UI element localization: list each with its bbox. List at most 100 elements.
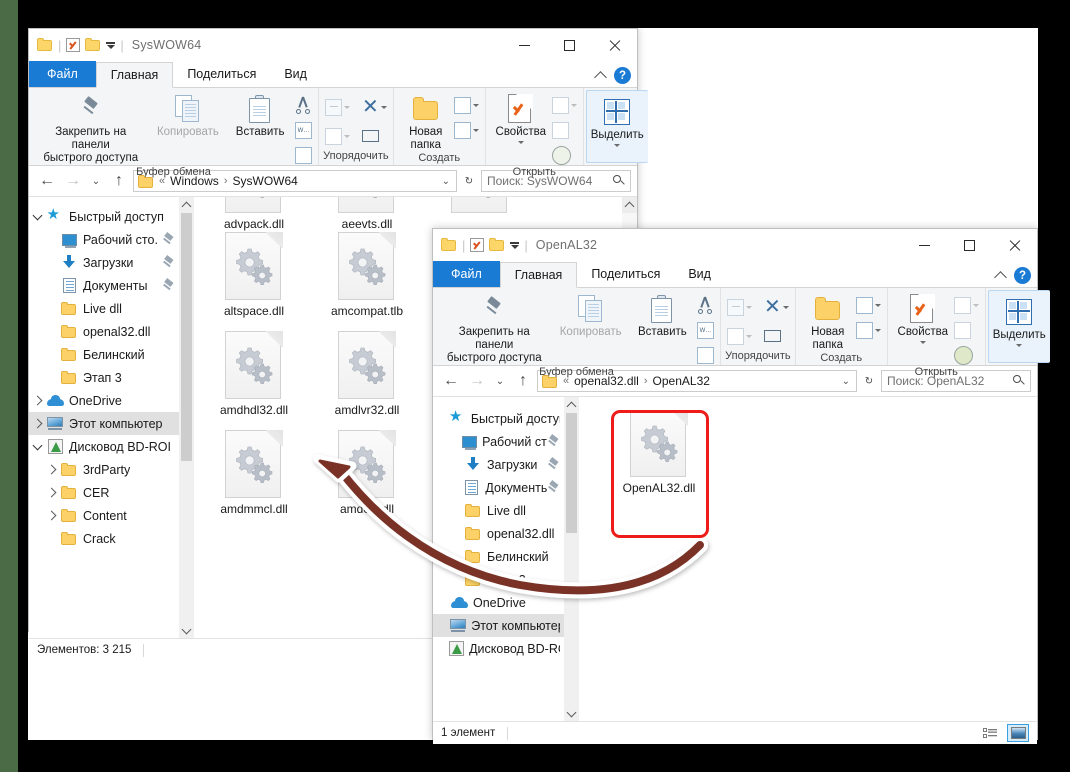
cut-icon[interactable] <box>295 94 312 116</box>
nav-item-9[interactable]: Этот компьютер <box>433 614 564 637</box>
window2-nav-list[interactable]: Быстрый доступ Рабочий сто. Загрузки Докуме… <box>433 397 564 660</box>
pin-to-quick-access-button[interactable]: Закрепить на панели быстрого доступа <box>439 292 550 365</box>
expander-icon[interactable] <box>29 210 45 222</box>
expander-icon[interactable] <box>43 510 59 521</box>
clipboard-small-commands[interactable]: W… <box>295 92 312 166</box>
window1-titlebar[interactable]: | | SysWOW64 <box>29 29 637 61</box>
properties-button[interactable]: Свойства <box>894 292 953 344</box>
nav-item-7[interactable]: Этап 3 <box>29 366 179 389</box>
expander-icon[interactable] <box>29 418 45 429</box>
checkbox-icon[interactable] <box>66 38 81 52</box>
details-view-icon[interactable] <box>979 724 1001 742</box>
pin-icon[interactable] <box>162 256 175 269</box>
file-item[interactable]: amdmmcl.dll <box>206 430 302 516</box>
tab-share[interactable]: Поделиться <box>173 61 270 87</box>
window1-ribbon-tabs[interactable]: Файл Главная Поделиться Вид ? <box>29 61 637 88</box>
scroll-down-icon[interactable] <box>179 622 194 638</box>
nav-item-7[interactable]: Этап 3 <box>433 568 564 591</box>
refresh-icon[interactable]: ↻ <box>859 369 879 393</box>
close-icon[interactable] <box>592 29 637 61</box>
close-icon[interactable] <box>992 229 1037 261</box>
scroll-up-icon[interactable] <box>564 397 579 413</box>
rename-icon[interactable] <box>764 325 789 347</box>
create-small-commands[interactable] <box>453 92 479 141</box>
easy-access-icon[interactable] <box>453 119 479 141</box>
customize-caret-icon[interactable] <box>510 241 520 249</box>
edit-icon[interactable] <box>954 319 979 341</box>
window1-quick-access-toolbar[interactable]: | | <box>37 38 124 52</box>
tab-file[interactable]: Файл <box>433 261 500 287</box>
file-item[interactable]: amcompat.tlb <box>319 232 415 318</box>
select-button[interactable]: Выделить <box>989 295 1050 347</box>
file-item[interactable]: advpack.dll <box>206 197 302 231</box>
window2-nav-scrollbar[interactable] <box>564 397 579 721</box>
file-item[interactable]: aeevts.dll <box>319 197 415 231</box>
new-item-icon[interactable] <box>855 294 881 316</box>
maximize-icon[interactable] <box>947 229 992 261</box>
tab-home[interactable]: Главная <box>499 262 578 288</box>
folder-icon[interactable] <box>85 38 101 52</box>
nav-item-2[interactable]: Загрузки <box>29 251 179 274</box>
chevron-up-icon[interactable] <box>594 71 607 84</box>
file-item[interactable]: altspace.dll <box>206 232 302 318</box>
minimize-icon[interactable] <box>902 229 947 261</box>
nav-item-5[interactable]: openal32.dll <box>29 320 179 343</box>
tab-view[interactable]: Вид <box>270 61 321 87</box>
copy-button[interactable]: Копировать <box>148 92 227 139</box>
expander-icon[interactable] <box>29 395 45 406</box>
window2-ribbon-tabs[interactable]: Файл Главная Поделиться Вид ? <box>433 261 1037 288</box>
copy-button[interactable]: Копировать <box>552 292 630 339</box>
maximize-icon[interactable] <box>547 29 592 61</box>
nav-scroll-thumb[interactable] <box>566 413 577 533</box>
nav-item-14[interactable]: Crack <box>29 527 179 550</box>
window1-navigation-pane[interactable]: Быстрый доступ Рабочий сто. Загрузки Докуме… <box>29 197 179 638</box>
refresh-icon[interactable]: ↻ <box>459 169 479 193</box>
address-dropdown-icon[interactable]: ⌄ <box>842 376 850 387</box>
copy-path-icon[interactable]: W… <box>696 319 714 341</box>
pin-icon[interactable] <box>162 233 175 246</box>
help-icon[interactable]: ? <box>1014 267 1031 284</box>
paste-button[interactable]: Вставить <box>229 92 291 139</box>
nav-item-9[interactable]: Этот компьютер <box>29 412 179 435</box>
nav-item-3[interactable]: Документы <box>29 274 179 297</box>
open-small-commands[interactable] <box>552 92 578 166</box>
open-icon[interactable] <box>552 94 578 116</box>
nav-item-4[interactable]: Live dll <box>29 297 179 320</box>
window1-nav-list[interactable]: Быстрый доступ Рабочий сто. Загрузки Докуме… <box>29 197 179 550</box>
large-icons-view-icon[interactable] <box>1007 724 1029 742</box>
tab-share[interactable]: Поделиться <box>577 261 674 287</box>
pin-icon[interactable] <box>547 481 560 494</box>
create-small-commands[interactable] <box>855 292 881 341</box>
history-icon[interactable] <box>552 144 577 166</box>
pin-to-quick-access-button[interactable]: Закрепить на панели быстрого доступа <box>35 92 146 165</box>
nav-scroll-thumb[interactable] <box>181 213 192 461</box>
copy-path-icon[interactable]: W… <box>295 119 312 141</box>
pin-icon[interactable] <box>547 458 560 471</box>
copy-to-icon[interactable] <box>325 125 350 147</box>
clipboard-small-commands[interactable]: W… <box>696 292 714 366</box>
open-icon[interactable] <box>954 294 980 316</box>
window2-titlebar[interactable]: | | OpenAL32 <box>433 229 1037 261</box>
window1-ribbon-tools[interactable]: ? <box>594 67 631 84</box>
window1-controls[interactable] <box>502 29 637 61</box>
open-small-commands[interactable] <box>954 292 980 366</box>
new-folder-button[interactable]: Новая папка <box>802 292 854 352</box>
nav-item-8[interactable]: OneDrive <box>29 389 179 412</box>
scroll-up-icon[interactable] <box>179 197 194 213</box>
rename-icon[interactable] <box>362 125 387 147</box>
window2-navigation-pane[interactable]: Быстрый доступ Рабочий сто. Загрузки Докуме… <box>433 397 564 721</box>
properties-button[interactable]: Свойства <box>492 92 551 144</box>
nav-item-0[interactable]: Быстрый доступ <box>433 407 564 430</box>
new-folder-button[interactable]: Новая папка <box>400 92 452 152</box>
nav-item-6[interactable]: Белинский <box>433 545 564 568</box>
tab-file[interactable]: Файл <box>29 61 96 87</box>
window2-controls[interactable] <box>902 229 1037 261</box>
address-dropdown-icon[interactable]: ⌄ <box>442 176 450 187</box>
paste-shortcut-icon[interactable] <box>696 344 714 366</box>
scroll-up-icon[interactable] <box>622 197 637 213</box>
nav-item-5[interactable]: openal32.dll <box>433 522 564 545</box>
tab-view[interactable]: Вид <box>674 261 725 287</box>
select-button[interactable]: Выделить <box>587 95 648 147</box>
new-item-icon[interactable] <box>453 94 479 116</box>
edit-icon[interactable] <box>552 119 577 141</box>
